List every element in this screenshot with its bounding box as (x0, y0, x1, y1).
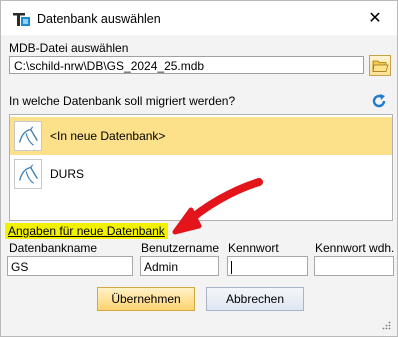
close-button[interactable]: ✕ (353, 1, 397, 35)
database-icon (14, 121, 42, 151)
user-label: Benutzername (141, 241, 220, 255)
resize-grip-icon[interactable] (382, 321, 391, 330)
title-bar: Datenbank auswählen ✕ (1, 1, 397, 35)
password-repeat-label: Kennwort wdh. (315, 241, 395, 255)
migrate-question: In welche Datenbank soll migriert werden… (9, 94, 236, 108)
database-icon (14, 159, 42, 189)
cancel-button[interactable]: Abbrechen (206, 287, 304, 311)
list-item-new-database[interactable]: <In neue Datenbank> (10, 117, 392, 155)
window-title: Datenbank auswählen (37, 12, 161, 26)
list-item-label: <In neue Datenbank> (50, 129, 166, 143)
password-field[interactable] (227, 256, 308, 276)
db-name-field[interactable]: GS (7, 256, 133, 276)
dialog-window: Datenbank auswählen ✕ MDB-Datei auswähle… (0, 0, 398, 337)
ok-button[interactable]: Übernehmen (97, 287, 195, 311)
user-field[interactable]: Admin (140, 256, 219, 276)
text-caret (231, 261, 232, 275)
db-name-label: Datenbankname (9, 241, 98, 255)
close-icon: ✕ (368, 10, 382, 27)
folder-open-icon (372, 60, 389, 72)
annotation-arrow-icon (172, 178, 263, 235)
password-label: Kennwort (228, 241, 279, 255)
new-database-section-link[interactable]: Angaben für neue Datenbank (5, 223, 168, 239)
app-icon (13, 13, 30, 26)
mdb-label: MDB-Datei auswählen (9, 41, 129, 55)
mdb-path-input[interactable]: C:\schild-nrw\DB\GS_2024_25.mdb (9, 56, 364, 74)
list-item-label: DURS (50, 167, 85, 181)
password-repeat-field[interactable] (314, 256, 394, 276)
refresh-icon[interactable] (371, 93, 387, 109)
browse-button[interactable] (369, 55, 391, 76)
